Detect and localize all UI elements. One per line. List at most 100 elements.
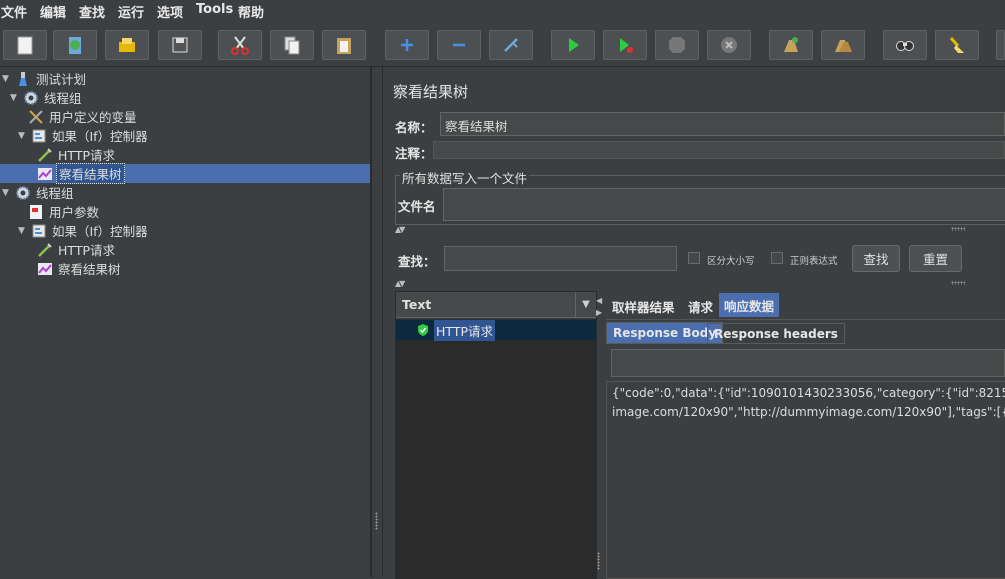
tree-item-if-controller[interactable]: ▼ 如果（If）控制器 [18,126,150,145]
flask-icon [19,71,27,86]
tab-response-data[interactable]: 响应数据 [719,293,780,317]
menu-search[interactable]: 查找 [79,2,105,21]
chevron-down-icon[interactable]: ▼ [575,292,596,317]
tree-item-test-plan[interactable]: ▼ 测试计划 [2,69,88,88]
renderer-select[interactable]: Text ▼ [396,292,596,318]
expand-toggle[interactable]: ▼ [10,93,20,103]
expand-toggle[interactable]: ▼ [2,188,12,198]
gear-icon [24,90,38,105]
stop-button[interactable] [655,30,699,60]
expand-button[interactable] [385,30,429,60]
search-submit-button[interactable]: 查找 [852,245,900,272]
search-field[interactable] [444,246,677,271]
shutdown-icon [721,37,737,53]
menu-run[interactable]: 运行 [118,2,144,21]
panel-title: 察看结果树 [393,83,469,101]
test-plan-tree: ▼ 测试计划 ▼ 线程组 用户定义的变量 ▼ 如果（If）控制器 HTTP请求 … [0,67,371,577]
pipette-icon [38,147,52,162]
tab-sampler-result[interactable]: 取样器结果 [607,295,680,317]
response-body-line: {"code":0,"data":{"id":1090101430233056,… [612,386,1005,400]
reset-button[interactable]: 重置 [909,245,962,272]
tree-item-http-request[interactable]: HTTP请求 [37,145,117,164]
menu-tools[interactable]: Tools [196,2,233,17]
search-button[interactable] [883,30,927,60]
clear-all-button[interactable] [821,30,865,60]
tree-item-if-controller-2[interactable]: ▼ 如果（If）控制器 [18,221,150,240]
stop-icon [669,37,685,53]
comment-field[interactable] [433,141,1005,159]
divider-grip[interactable] [951,227,965,231]
toolbar-overflow[interactable] [996,30,1005,60]
expand-toggle[interactable]: ▼ [2,74,12,84]
reset-search-icon [949,37,964,53]
filename-field[interactable] [443,188,1005,221]
new-icon [17,36,33,55]
splitter-grip[interactable] [375,512,378,530]
paste-icon [337,38,351,54]
new-button[interactable] [3,30,47,60]
subtab-response-body[interactable]: Response Body [606,322,724,344]
tree-item-user-parameters[interactable]: 用户参数 [28,202,101,221]
expand-toggle[interactable]: ▼ [18,226,28,236]
pipette-icon [38,242,52,257]
regex-label: 正则表达式 [790,256,838,267]
toggle-icon [504,38,518,52]
shutdown-button[interactable] [707,30,751,60]
name-field[interactable]: 察看结果树 [440,112,1005,136]
save-button[interactable] [158,30,202,60]
divider-1[interactable]: ▲▼ [393,225,1005,234]
divider-grip[interactable] [951,281,965,285]
tree-item-user-variables[interactable]: 用户定义的变量 [28,107,139,126]
expand-toggle[interactable]: ▼ [18,131,28,141]
cut-button[interactable] [218,30,262,60]
chart-icon [38,167,52,180]
result-detail-panel: 取样器结果 请求 响应数据 Response Body Response hea… [605,291,1005,579]
reset-search-button[interactable] [935,30,979,60]
menu-options[interactable]: 选项 [157,2,183,21]
collapse-button[interactable] [437,30,481,60]
open-button[interactable] [105,30,149,60]
renderer-value: Text [402,297,432,312]
start-no-pause-button[interactable] [603,30,647,60]
regex-checkbox[interactable] [771,252,783,264]
tree-item-thread-group-2[interactable]: ▼ 线程组 [2,183,76,202]
search-icon [896,41,914,51]
response-search-field[interactable] [611,349,1005,377]
result-item[interactable]: HTTP请求 [396,319,596,341]
result-item-label: HTTP请求 [434,319,495,341]
response-body-text[interactable]: {"code":0,"data":{"id":1090101430233056,… [606,381,1005,579]
splitter-right-arrow-icon[interactable]: ▶ [596,308,602,317]
tree-item-http-request-2[interactable]: HTTP请求 [37,240,117,259]
divider-arrows-icon[interactable]: ▲▼ [395,279,405,288]
menu-edit[interactable]: 编辑 [40,2,66,21]
tab-request[interactable]: 请求 [683,295,718,317]
chart-icon [38,262,52,275]
results-list-panel: Text ▼ HTTP请求 [395,291,597,579]
response-body-line: image.com/120x90","http://dummyimage.com… [612,405,1005,419]
case-sensitive-checkbox[interactable] [688,252,700,264]
results-splitter[interactable]: ◀ ▶ [595,291,604,577]
divider-arrows-icon[interactable]: ▲▼ [395,225,405,234]
menu-help[interactable]: 帮助 [238,2,264,21]
toggle-button[interactable] [489,30,533,60]
main-splitter[interactable] [371,67,383,577]
subtab-response-headers[interactable]: Response headers [707,323,845,344]
divider-2[interactable]: ▲▼ [393,279,1005,288]
collapse-icon [453,43,465,47]
start-button[interactable] [551,30,595,60]
menu-file[interactable]: 文件 [1,2,27,21]
paste-button[interactable] [322,30,366,60]
expand-icon [401,39,413,51]
vertical-grip[interactable] [597,552,600,570]
controller-icon [32,224,46,237]
name-label: 名称： [395,120,433,135]
tree-item-view-results-tree-2[interactable]: 察看结果树 [37,259,123,278]
file-group-title: 所有数据写入一个文件 [400,168,530,187]
tree-item-thread-group[interactable]: ▼ 线程组 [10,88,84,107]
copy-button[interactable] [270,30,314,60]
templates-button[interactable] [53,30,97,60]
tree-item-view-results-tree[interactable]: 察看结果树 [0,163,370,184]
splitter-left-arrow-icon[interactable]: ◀ [596,296,602,305]
clear-button[interactable] [769,30,813,60]
search-label: 查找： [398,254,436,269]
